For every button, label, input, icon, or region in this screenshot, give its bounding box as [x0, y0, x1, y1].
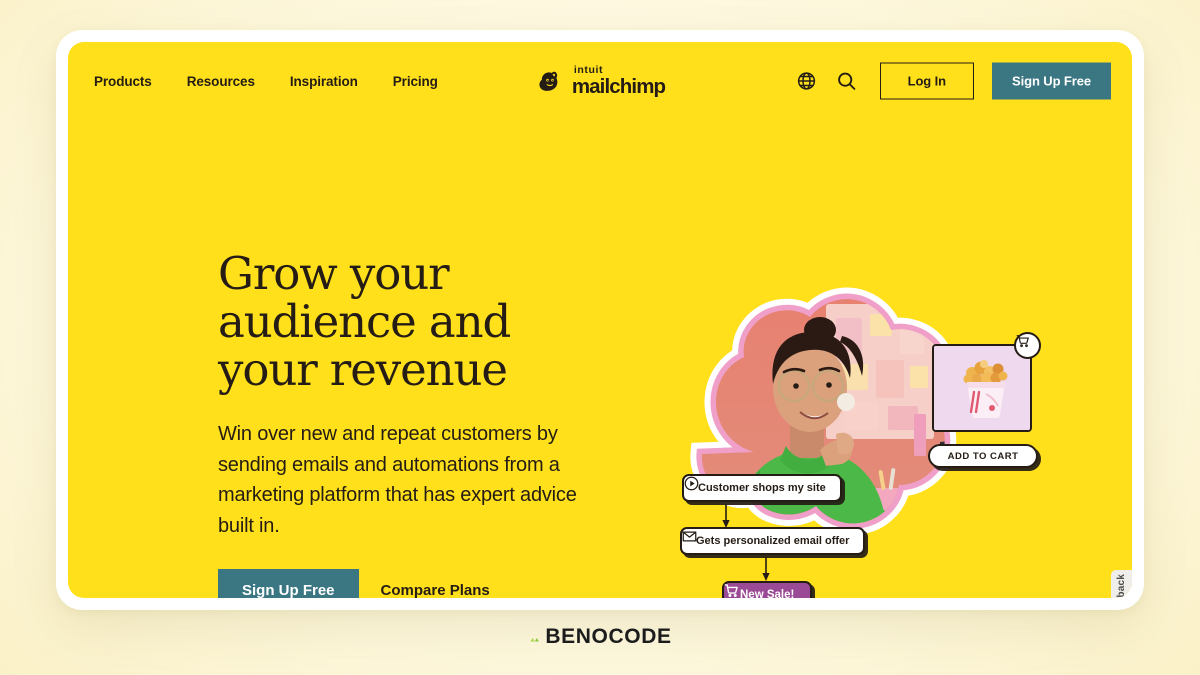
flow-card-customer-shops[interactable]: Customer shops my site — [682, 474, 842, 502]
envelope-icon — [682, 531, 697, 542]
sign-up-free-button[interactable]: Sign Up Free — [992, 62, 1111, 100]
hero-cta-group: Sign Up Free Compare Plans — [218, 568, 618, 598]
intuit-wordmark: intuit — [573, 64, 604, 76]
feedback-tab[interactable]: Feedback — [1111, 570, 1132, 598]
screen: Products Resources Inspiration Pricing i… — [0, 0, 1200, 675]
language-globe-button[interactable] — [794, 68, 820, 94]
mailchimp-freddie-icon — [539, 71, 558, 91]
benocode-brand-name: BENOCODE — [545, 625, 672, 648]
logo-wordmark: intuit mailchimp — [571, 64, 666, 98]
add-to-cart-button[interactable]: ADD TO CART — [928, 444, 1038, 468]
flow-card-new-sale[interactable]: New Sale! — [722, 581, 813, 599]
browser-card-frame: Products Resources Inspiration Pricing i… — [56, 30, 1144, 610]
flow-card-customer-shops-label: Customer shops my site — [698, 482, 826, 494]
flow-card-personalized-email[interactable]: Gets personalized email offer — [680, 527, 866, 555]
hero-compare-plans-link[interactable]: Compare Plans — [381, 582, 490, 598]
hero-heading-line-1: Grow your — [218, 247, 450, 300]
nav-item-resources[interactable]: Resources — [187, 74, 255, 89]
nav-item-pricing[interactable]: Pricing — [393, 74, 438, 89]
top-navigation-bar: Products Resources Inspiration Pricing i… — [68, 42, 1132, 120]
popcorn-product-image — [934, 346, 1030, 430]
cursor-click-icon — [684, 476, 699, 491]
mailchimp-homepage: Products Resources Inspiration Pricing i… — [68, 42, 1132, 598]
flow-card-personalized-email-label: Gets personalized email offer — [696, 535, 850, 547]
nav-item-products[interactable]: Products — [94, 74, 152, 89]
flow-card-new-sale-label: New Sale! — [740, 588, 795, 599]
hero-subheading: Win over new and repeat customers by sen… — [218, 423, 577, 537]
log-in-button[interactable]: Log In — [879, 62, 975, 100]
mailchimp-logo[interactable]: intuit mailchimp — [535, 64, 666, 98]
primary-nav-links: Products Resources Inspiration Pricing — [94, 74, 438, 89]
nav-actions: Log In Sign Up Free — [794, 62, 1111, 100]
hero-heading: Grow your audience and your revenue — [218, 247, 618, 397]
product-card[interactable] — [932, 344, 1032, 432]
globe-icon — [798, 72, 816, 90]
product-cart-badge[interactable] — [1014, 332, 1041, 359]
hero-illustration: ADD TO CART Customer shops my site Gets … — [614, 274, 1114, 598]
hero-content: Grow your audience and your revenue Win … — [218, 247, 618, 598]
search-icon — [838, 72, 856, 90]
hero-heading-line-2: audience and — [218, 295, 511, 349]
hero-heading-line-3: your revenue — [218, 343, 508, 397]
search-button[interactable] — [834, 68, 860, 94]
mailchimp-wordmark: mailchimp — [571, 74, 666, 98]
benocode-chevron-icon — [530, 638, 539, 642]
shopping-cart-icon — [724, 584, 738, 598]
nav-item-inspiration[interactable]: Inspiration — [290, 74, 358, 89]
shopping-cart-icon — [1016, 335, 1029, 348]
benocode-brand: BENOCODE — [528, 625, 671, 649]
feedback-tab-label: Feedback — [1116, 574, 1127, 598]
hero-sign-up-free-button[interactable]: Sign Up Free — [218, 568, 359, 598]
